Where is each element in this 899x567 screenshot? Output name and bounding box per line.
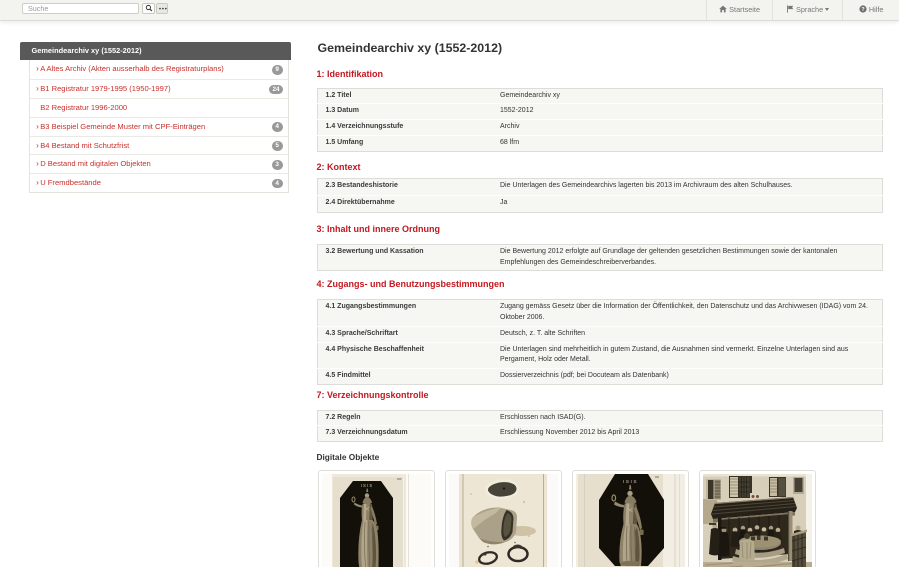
svg-text:ISIS: ISIS — [361, 483, 374, 488]
svg-text:ISIS: ISIS — [623, 479, 638, 485]
svg-text:?: ? — [861, 7, 865, 13]
